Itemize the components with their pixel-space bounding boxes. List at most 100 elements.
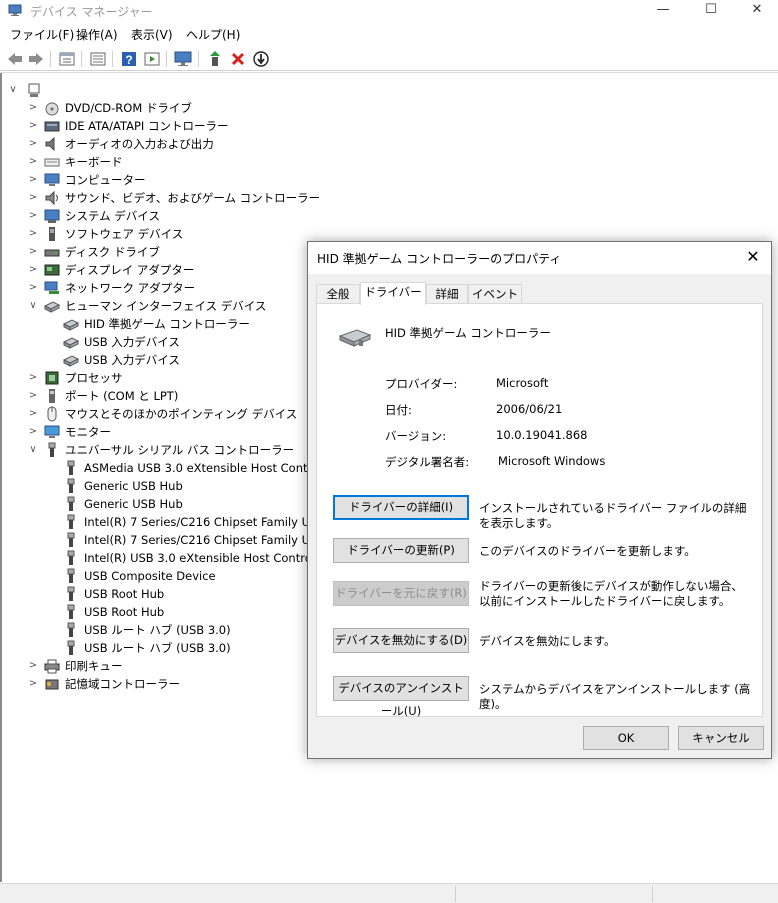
tree-item-label: USB 入力デバイス (84, 353, 180, 367)
close-button[interactable]: ✕ (734, 0, 778, 22)
tab-events[interactable]: イベント (468, 284, 522, 304)
port-icon (49, 389, 55, 403)
keyboard-icon (44, 158, 60, 167)
date-value: 2006/06/21 (496, 402, 563, 416)
chevron-down-icon[interactable]: ∨ (28, 297, 38, 315)
driver-details-desc: インストールされているドライバー ファイルの詳細を表示します。 (479, 501, 747, 530)
tree-item-label: Generic USB Hub (84, 497, 183, 511)
back-icon[interactable] (6, 50, 24, 68)
driver-details-button[interactable]: ドライバーの詳細(I) (333, 495, 469, 520)
tree-item-label: Generic USB Hub (84, 479, 183, 493)
ok-button[interactable]: OK (583, 726, 669, 750)
version-value: 10.0.19041.868 (496, 428, 588, 442)
device-manager-icon (8, 4, 22, 16)
properties-view-icon[interactable] (58, 50, 76, 68)
tab-general[interactable]: 全般 (316, 284, 360, 304)
chevron-right-icon[interactable]: > (28, 387, 38, 405)
computer-icon (28, 83, 40, 97)
tab-driver[interactable]: ドライバー (360, 282, 426, 305)
chevron-right-icon[interactable]: > (28, 117, 38, 135)
uninstall-device-desc: システムからデバイスをアンインストールします (高度)。 (479, 682, 751, 711)
chevron-down-icon[interactable]: ∨ (8, 81, 18, 99)
chevron-right-icon[interactable]: > (28, 135, 38, 153)
chevron-down-icon[interactable]: ∨ (28, 441, 38, 459)
mouse-icon (47, 406, 57, 422)
menu-file[interactable]: ファイル(F) (10, 26, 74, 43)
tree-item-label: 記憶域コントローラー (65, 677, 180, 691)
status-bar (0, 883, 778, 903)
software-device-icon (49, 227, 55, 241)
chevron-right-icon[interactable]: > (28, 423, 38, 441)
tree-item-label: ソフトウェア デバイス (65, 227, 184, 241)
usb-icon (67, 478, 75, 493)
tree-item-label: USB ルート ハブ (USB 3.0) (84, 641, 231, 655)
help-icon[interactable]: ? (120, 50, 138, 68)
chevron-right-icon[interactable]: > (28, 171, 38, 189)
date-label: 日付: (385, 403, 412, 417)
monitor-icon[interactable] (174, 50, 192, 68)
minimize-button[interactable]: — (640, 0, 686, 22)
chevron-right-icon[interactable]: > (28, 243, 38, 261)
menu-action[interactable]: 操作(A) (76, 26, 118, 43)
rollback-driver-desc: ドライバーの更新後にデバイスが動作しない場合、以前にインストールしたドライバーに… (479, 579, 743, 608)
rollback-driver-button[interactable]: ドライバーを元に戻す(R) (333, 581, 469, 606)
usb-icon (67, 532, 75, 547)
toolbar: ? (0, 47, 778, 71)
tree-item-label: USB 入力デバイス (84, 335, 180, 349)
forward-icon[interactable] (27, 50, 45, 68)
storage-controller-icon (45, 679, 59, 690)
usb-icon (67, 550, 75, 565)
chevron-right-icon[interactable]: > (28, 99, 38, 117)
tree-item-label: USB Root Hub (84, 587, 165, 601)
disable-device-button[interactable]: デバイスを無効にする(D) (333, 628, 469, 653)
tree-item-label: オーディオの入力および出力 (65, 137, 214, 151)
tree-item-label: 印刷キュー (65, 659, 123, 673)
tree-item-label: モニター (65, 425, 111, 439)
chevron-right-icon[interactable]: > (28, 261, 38, 279)
tree-item-label: ディスプレイ アダプター (65, 263, 195, 277)
usb-icon (67, 604, 75, 619)
tree-item-label: HID 準拠ゲーム コントローラー (84, 317, 250, 331)
chevron-right-icon[interactable]: > (28, 675, 38, 693)
disable-icon[interactable] (252, 50, 270, 68)
disk-drive-icon (44, 249, 60, 257)
chevron-right-icon[interactable]: > (28, 207, 38, 225)
hid-icon (63, 355, 79, 367)
printer-icon (44, 659, 60, 674)
disable-device-desc: デバイスを無効にします。 (479, 634, 616, 648)
update-driver-icon[interactable] (206, 50, 224, 68)
tree-item-label: コンピューター (65, 173, 146, 187)
usb-icon (67, 568, 75, 583)
update-driver-button[interactable]: ドライバーの更新(P) (333, 538, 469, 563)
chevron-right-icon[interactable]: > (28, 405, 38, 423)
device-list-icon[interactable] (89, 50, 107, 68)
cancel-button[interactable]: キャンセル (678, 726, 764, 750)
chevron-right-icon[interactable]: > (28, 153, 38, 171)
tab-details[interactable]: 詳細 (426, 284, 468, 304)
tree-item-label: IDE ATA/ATAPI コントローラー (65, 119, 229, 133)
dialog-close-button[interactable]: ✕ (743, 247, 763, 267)
usb-icon (67, 586, 75, 601)
title-bar: デバイス マネージャー — ☐ ✕ (0, 0, 778, 22)
chevron-right-icon[interactable]: > (28, 279, 38, 297)
maximize-button[interactable]: ☐ (688, 0, 734, 22)
dialog-title-bar: HID 準拠ゲーム コントローラーのプロパティ ✕ (308, 242, 771, 274)
computer-icon (44, 173, 60, 186)
signer-value: Microsoft Windows (498, 454, 606, 468)
uninstall-icon[interactable] (229, 50, 247, 68)
chevron-right-icon[interactable]: > (28, 225, 38, 243)
menu-view[interactable]: 表示(V) (131, 26, 173, 43)
uninstall-device-button[interactable]: デバイスのアンインストール(U) (333, 676, 469, 718)
usb-icon (67, 622, 75, 637)
usb-icon (67, 640, 75, 655)
tree-item-label: サウンド、ビデオ、およびゲーム コントローラー (65, 191, 321, 205)
chevron-right-icon[interactable]: > (28, 369, 38, 387)
tree-item-label: ポート (COM と LPT) (65, 389, 179, 403)
chevron-right-icon[interactable]: > (28, 657, 38, 675)
menu-help[interactable]: ヘルプ(H) (186, 26, 240, 43)
version-label: バージョン: (385, 429, 447, 443)
chevron-right-icon[interactable]: > (28, 189, 38, 207)
tree-item-label: USB Root Hub (84, 605, 165, 619)
tree-item-label: ヒューマン インターフェイス デバイス (65, 299, 267, 313)
run-icon[interactable] (143, 50, 161, 68)
